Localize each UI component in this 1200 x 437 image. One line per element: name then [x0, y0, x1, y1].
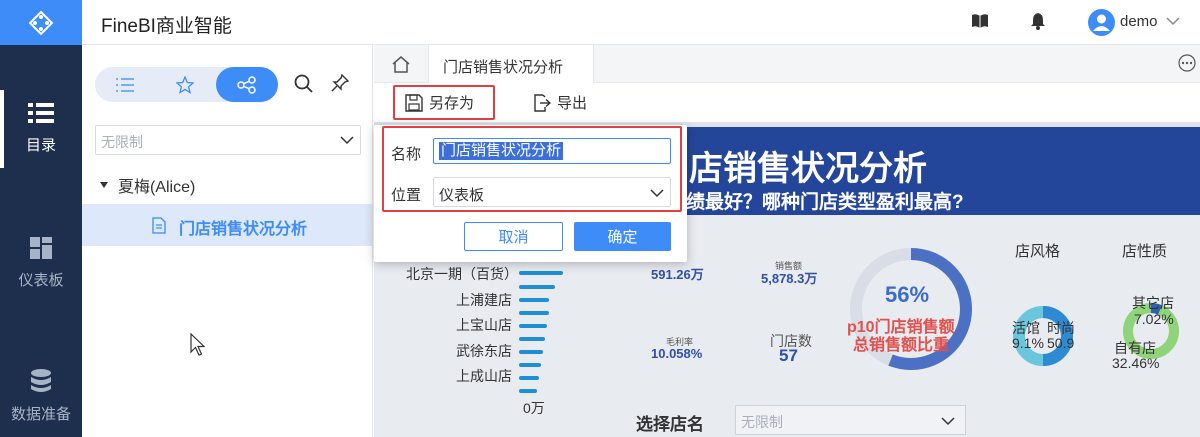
catalog-sidebar: 无限制 夏梅(Alice) 门店销售状况分析: [82, 45, 373, 437]
rail-item-data-prep[interactable]: 数据准备: [0, 369, 82, 424]
kpi-value: 591.26万: [651, 267, 704, 282]
tab-store-sales[interactable]: 门店销售状况分析: [428, 45, 594, 83]
export-label: 导出: [557, 95, 588, 112]
dashboard-subtitle: 绩最好？哪种门店类型盈利最高?: [686, 192, 964, 213]
bar: [519, 376, 539, 380]
chevron-down-icon: [340, 136, 354, 145]
cancel-button[interactable]: 取消: [464, 222, 563, 251]
toolbar: 另存为 导出: [374, 83, 1200, 121]
caret-down-icon: [100, 182, 108, 188]
tree-folder-alice[interactable]: 夏梅(Alice): [100, 173, 195, 197]
dashboard-icon: [30, 237, 52, 259]
bar: [519, 311, 549, 315]
choose-store-select[interactable]: 无限制: [735, 405, 966, 435]
bar: [519, 337, 545, 341]
database-icon: [31, 369, 51, 392]
dashboard-title: 店销售状况分析: [689, 150, 927, 188]
pie-label: 其它店: [1132, 295, 1174, 311]
avatar[interactable]: [1088, 9, 1115, 36]
pie-label: 50.9: [1047, 335, 1075, 351]
favorites-button[interactable]: [155, 67, 215, 102]
more-icon[interactable]: [1178, 54, 1196, 72]
bar: [519, 271, 563, 275]
bar: [519, 324, 547, 328]
tree-item-dashboard[interactable]: 门店销售状况分析: [82, 204, 372, 246]
user-name[interactable]: demo: [1120, 13, 1158, 30]
left-rail: 目录 仪表板 数据准备: [0, 0, 82, 437]
share-view-button[interactable]: [216, 67, 278, 102]
rail-item-catalog[interactable]: 目录: [0, 102, 82, 155]
finebi-logo[interactable]: [0, 0, 82, 45]
mouse-cursor-icon: [190, 333, 206, 356]
tab-label: 门店销售状况分析: [443, 59, 564, 76]
bar-label: 武徐东店: [456, 343, 512, 359]
user-icon: [1093, 14, 1110, 31]
donut-percent: 56%: [885, 282, 930, 307]
home-icon: [392, 55, 410, 73]
list-icon: [28, 103, 54, 123]
bar-label: 北京一期（百货）: [406, 266, 518, 282]
bar-label: 上宝山店: [456, 317, 512, 333]
bar: [519, 350, 543, 354]
search-icon[interactable]: [294, 74, 313, 93]
rail-label: 目录: [25, 137, 56, 154]
top-header: FineBI商业智能 demo: [82, 0, 1200, 45]
star-icon: [176, 75, 194, 94]
share-icon: [237, 75, 256, 94]
tab-bar: 门店销售状况分析: [374, 45, 1200, 83]
book-icon[interactable]: [971, 12, 989, 30]
rail-label: 数据准备: [10, 406, 71, 423]
bar: [519, 389, 537, 393]
view-switcher: [95, 67, 278, 102]
bar: [519, 298, 549, 302]
tree-item-label: 门店销售状况分析: [179, 221, 308, 238]
tree-folder-label: 夏梅(Alice): [118, 179, 196, 196]
store-type-title: 店性质: [1122, 243, 1168, 260]
store-style-title: 店风格: [1015, 243, 1061, 260]
kpi-value: 57: [779, 346, 798, 365]
chevron-down-icon[interactable]: [1166, 14, 1180, 28]
catalog-filter-select[interactable]: 无限制: [95, 125, 361, 155]
pie-label: 32.46%: [1112, 355, 1160, 371]
export-icon: [534, 93, 551, 112]
kpi-value: 10.058%: [651, 346, 703, 361]
axis-zero-label: 0万: [523, 400, 545, 416]
list-icon: [116, 77, 134, 92]
bar-label: 上浦建店: [456, 292, 512, 308]
export-button[interactable]: 导出: [533, 92, 587, 113]
confirm-button[interactable]: 确定: [574, 222, 671, 251]
kpi-value: 5,878.3万: [761, 271, 818, 286]
bar: [519, 363, 541, 367]
logo-icon: [29, 10, 53, 35]
dialog-fields-highlight: [382, 126, 682, 212]
list-view-button[interactable]: [95, 67, 155, 102]
app-title: FineBI商业智能: [101, 16, 232, 37]
rail-label: 仪表板: [18, 272, 64, 289]
save-as-highlight: [393, 85, 495, 120]
donut-chart: [850, 248, 972, 370]
choose-store-value: 无限制: [741, 414, 783, 430]
filter-value: 无限制: [101, 134, 143, 150]
pie-label: 9.1%: [1012, 335, 1044, 351]
rail-item-dashboard[interactable]: 仪表板: [0, 237, 82, 290]
chevron-down-icon: [941, 417, 955, 426]
home-tab[interactable]: [374, 45, 428, 83]
bar: [519, 285, 555, 289]
bar-label: 上成山店: [456, 368, 512, 384]
document-icon: [152, 217, 166, 234]
pie-label: 7.02%: [1134, 311, 1174, 327]
bell-icon[interactable]: [1030, 12, 1046, 30]
unpin-icon[interactable]: [331, 74, 349, 92]
choose-store-label: 选择店名: [636, 415, 704, 434]
donut-caption: 总销售额比重: [853, 337, 950, 354]
